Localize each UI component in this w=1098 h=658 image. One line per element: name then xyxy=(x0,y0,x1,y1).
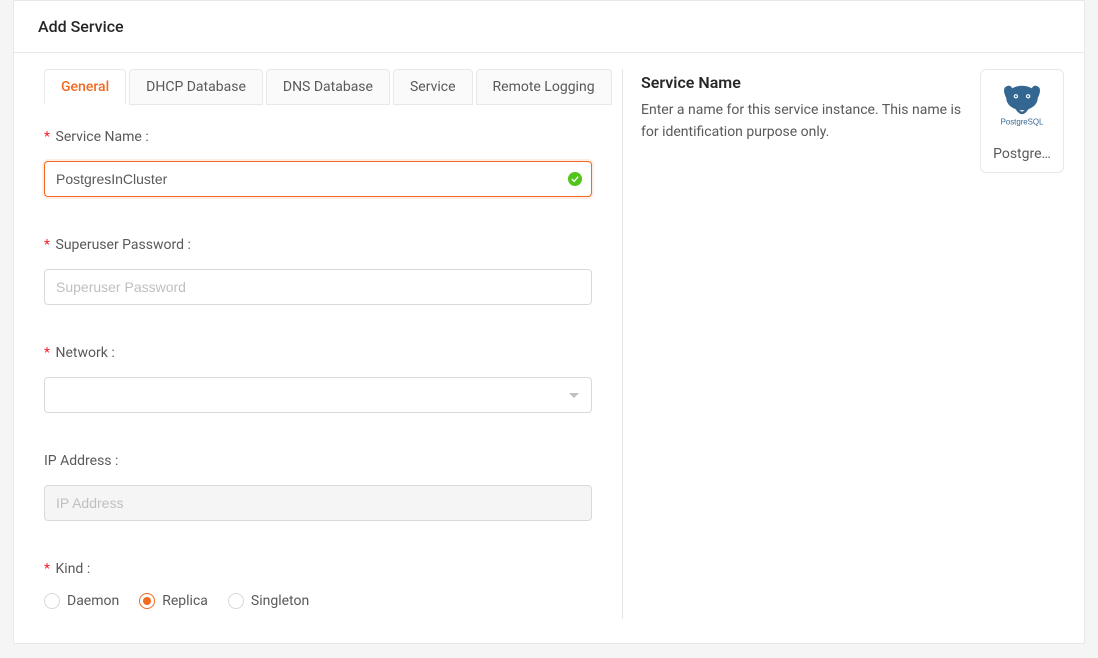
postgresql-icon: PostgreSQL xyxy=(994,82,1050,128)
radio-icon xyxy=(139,593,155,609)
tab-general[interactable]: General xyxy=(44,69,126,105)
required-marker: * xyxy=(44,237,50,253)
label-network: * Network : xyxy=(44,345,592,361)
tab-remote-logging[interactable]: Remote Logging xyxy=(476,69,612,105)
required-marker: * xyxy=(44,345,50,361)
ip-address-input xyxy=(44,485,592,521)
radio-label: Singleton xyxy=(251,593,309,609)
svg-text:PostgreSQL: PostgreSQL xyxy=(1001,117,1044,126)
field-superuser-password: * Superuser Password : xyxy=(44,237,622,305)
required-marker: * xyxy=(44,561,50,577)
service-name-input[interactable] xyxy=(44,161,592,197)
radio-singleton[interactable]: Singleton xyxy=(228,593,309,609)
tab-service[interactable]: Service xyxy=(393,69,473,105)
label-ip-address: IP Address : xyxy=(44,453,592,469)
required-marker: * xyxy=(44,129,50,145)
superuser-password-input[interactable] xyxy=(44,269,592,305)
field-network: * Network : xyxy=(44,345,622,413)
radio-icon xyxy=(44,593,60,609)
service-type-label: Postgre… xyxy=(987,146,1057,162)
radio-daemon[interactable]: Daemon xyxy=(44,593,119,609)
radio-label: Daemon xyxy=(67,593,119,609)
field-kind: * Kind : Daemon Replica xyxy=(44,561,622,609)
label-kind: * Kind : xyxy=(44,561,592,577)
field-ip-address: IP Address : xyxy=(44,453,622,521)
radio-label: Replica xyxy=(162,593,208,609)
page-title: Add Service xyxy=(38,17,1060,36)
help-column: Service Name Enter a name for this servi… xyxy=(623,69,1084,619)
service-type-card[interactable]: PostgreSQL Postgre… xyxy=(980,69,1064,173)
help-title: Service Name xyxy=(641,73,964,92)
kind-radio-group: Daemon Replica Singleton xyxy=(44,593,592,609)
field-service-name: * Service Name : xyxy=(44,129,622,197)
radio-replica[interactable]: Replica xyxy=(139,593,208,609)
tab-dhcp-database[interactable]: DHCP Database xyxy=(129,69,263,105)
radio-icon xyxy=(228,593,244,609)
label-superuser-password: * Superuser Password : xyxy=(44,237,592,253)
add-service-card: Add Service General DHCP Database DNS Da… xyxy=(13,0,1085,644)
chevron-down-icon xyxy=(569,387,579,403)
tab-dns-database[interactable]: DNS Database xyxy=(266,69,390,105)
help-text: Enter a name for this service instance. … xyxy=(641,100,964,143)
form-column: General DHCP Database DNS Database Servi… xyxy=(14,69,623,619)
check-circle-icon xyxy=(568,172,582,186)
label-service-name: * Service Name : xyxy=(44,129,592,145)
network-select[interactable] xyxy=(44,377,592,413)
tabs: General DHCP Database DNS Database Servi… xyxy=(44,69,622,105)
card-header: Add Service xyxy=(14,1,1084,53)
